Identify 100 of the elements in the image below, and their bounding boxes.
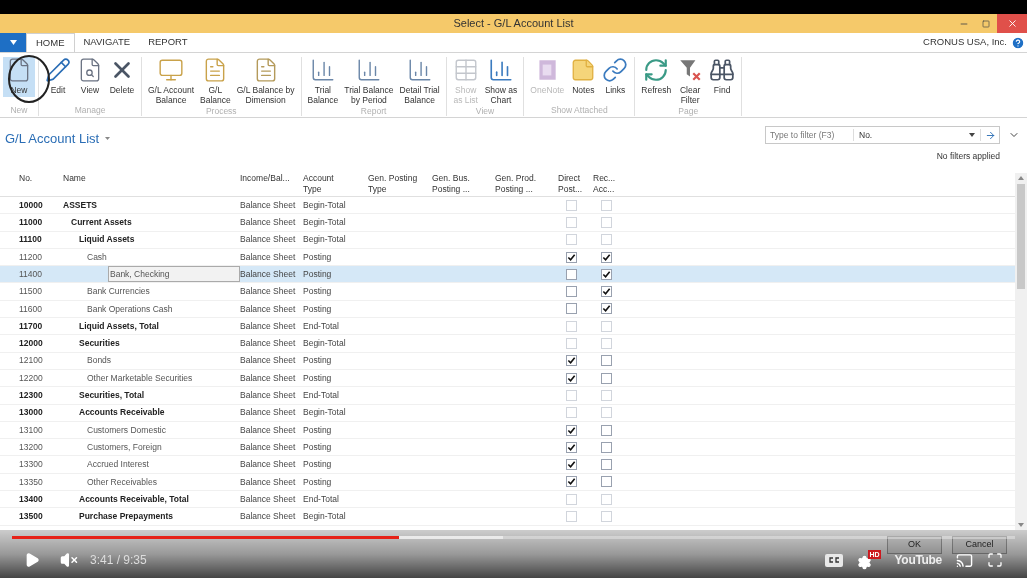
checkbox[interactable] xyxy=(566,338,577,349)
ribbon-button[interactable]: Trial Balance xyxy=(304,57,342,106)
checkbox[interactable] xyxy=(566,268,577,280)
table-row[interactable]: 12000 Securities Balance Sheet Begin-Total xyxy=(0,335,1015,353)
table-row[interactable]: 13100 Customers Domestic Balance Sheet Posting xyxy=(0,421,1015,440)
checkbox[interactable] xyxy=(601,268,612,280)
cast-icon[interactable] xyxy=(956,551,973,569)
checkbox[interactable] xyxy=(566,476,577,488)
table-row[interactable]: 11100 Liquid Assets Balance Sheet Begin-Total xyxy=(0,231,1015,249)
checkbox[interactable] xyxy=(601,511,612,522)
ribbon-tab[interactable]: NAVIGATE xyxy=(74,33,140,52)
checkbox[interactable] xyxy=(566,493,577,505)
table-row[interactable]: 13300 Accrued Interest Balance Sheet Posting xyxy=(0,456,1015,474)
ribbon-button[interactable]: Trial Balance by Period xyxy=(341,57,397,106)
scroll-up-icon[interactable] xyxy=(1018,176,1024,180)
checkbox[interactable] xyxy=(601,320,612,332)
table-row[interactable]: 12200 Other Marketable Securities Balance Sheet Posting xyxy=(0,369,1015,388)
ribbon-button[interactable]: Find xyxy=(706,57,739,97)
table-row[interactable]: 11400 Bank, Checking Balance Sheet Posting xyxy=(0,266,1015,284)
column-header[interactable]: Income/Bal... xyxy=(240,173,290,184)
ribbon-button[interactable]: G/L Account Balance xyxy=(145,57,197,106)
play-button[interactable] xyxy=(24,552,40,568)
checkbox[interactable] xyxy=(601,389,612,401)
scrollbar[interactable] xyxy=(1015,173,1027,530)
checkbox[interactable] xyxy=(566,216,577,228)
checkbox[interactable] xyxy=(566,303,577,315)
table-row[interactable]: 13200 Customers, Foreign Balance Sheet Posting xyxy=(0,439,1015,457)
page-title[interactable]: G/L Account List xyxy=(5,129,111,149)
checkbox[interactable] xyxy=(601,407,612,419)
ribbon-tab[interactable]: REPORT xyxy=(139,33,197,52)
ribbon-button[interactable]: Detail Trial Balance xyxy=(396,57,443,106)
checkbox[interactable] xyxy=(566,199,577,211)
checkbox[interactable] xyxy=(566,286,577,298)
fullscreen-icon[interactable] xyxy=(987,552,1003,568)
muted-speaker-button[interactable] xyxy=(60,551,78,569)
dialog-button[interactable]: OK xyxy=(887,535,942,554)
filter-field-dropdown[interactable]: No. xyxy=(854,129,981,141)
ribbon-button[interactable]: G/L Balance xyxy=(197,57,234,106)
dialog-button[interactable]: Cancel xyxy=(952,535,1007,554)
checkbox[interactable] xyxy=(601,199,612,211)
checkbox[interactable] xyxy=(566,372,577,384)
column-header[interactable]: Name xyxy=(63,173,86,184)
checkbox[interactable] xyxy=(601,476,612,488)
checkbox[interactable] xyxy=(566,234,577,246)
table-row[interactable]: 13000 Accounts Receivable Balance Sheet Begin-Total xyxy=(0,404,1015,422)
column-header[interactable]: Direct Post... xyxy=(558,173,583,195)
table-row[interactable]: 12100 Bonds Balance Sheet Posting xyxy=(0,352,1015,370)
ribbon-button[interactable]: View xyxy=(74,57,106,97)
account-name-field[interactable]: Bank, Checking xyxy=(108,266,240,283)
column-header[interactable]: No. xyxy=(19,173,33,184)
checkbox[interactable] xyxy=(566,441,577,453)
checkbox[interactable] xyxy=(601,424,612,436)
checkbox[interactable] xyxy=(601,251,612,263)
checkbox[interactable] xyxy=(566,459,577,471)
checkbox[interactable] xyxy=(566,511,577,522)
checkbox[interactable] xyxy=(601,286,612,298)
progress-bar[interactable] xyxy=(12,536,1015,539)
checkbox[interactable] xyxy=(566,424,577,436)
table-row[interactable]: 11000 Current Assets Balance Sheet Begin-Total xyxy=(0,214,1015,232)
ribbon-button[interactable]: Clear Filter xyxy=(674,57,707,106)
table-row[interactable]: 13400 Accounts Receivable, Total Balance Sheet End-Total xyxy=(0,491,1015,509)
checkbox[interactable] xyxy=(566,407,577,419)
ribbon-button[interactable]: Delete xyxy=(106,57,138,97)
table-row[interactable]: 13350 Other Receivables Balance Sheet Posting xyxy=(0,473,1015,492)
ribbon-button[interactable]: Show as Chart xyxy=(481,57,521,106)
checkbox[interactable] xyxy=(601,355,612,367)
ribbon-button[interactable]: Links xyxy=(599,57,632,97)
checkbox[interactable] xyxy=(566,251,577,263)
table-row[interactable]: 11500 Bank Currencies Balance Sheet Posting xyxy=(0,283,1015,301)
checkbox[interactable] xyxy=(601,372,612,384)
checkbox[interactable] xyxy=(601,459,612,471)
scrollbar-thumb[interactable] xyxy=(1017,184,1025,289)
table-row[interactable]: 10000 ASSETS Balance Sheet Begin-Total xyxy=(0,197,1015,215)
column-header[interactable]: Rec... Acc... xyxy=(593,173,616,195)
checkbox[interactable] xyxy=(566,320,577,332)
ribbon-button[interactable]: Notes xyxy=(567,57,600,97)
table-row[interactable]: 13500 Purchase Prepayments Balance Sheet Begin-Total xyxy=(0,508,1015,526)
checkbox[interactable] xyxy=(566,389,577,401)
ribbon-button[interactable]: G/L Balance by Dimension xyxy=(233,57,298,106)
column-header[interactable]: Gen. Bus. Posting ... xyxy=(432,173,470,195)
table-row[interactable]: 11700 Liquid Assets, Total Balance Sheet End-Total xyxy=(0,318,1015,336)
checkbox[interactable] xyxy=(601,303,612,315)
checkbox[interactable] xyxy=(601,234,612,246)
column-header[interactable]: Account Type xyxy=(303,173,334,195)
table-row[interactable]: 11600 Bank Operations Cash Balance Sheet Posting xyxy=(0,300,1015,319)
checkbox[interactable] xyxy=(566,355,577,367)
checkbox[interactable] xyxy=(601,493,612,505)
app-menu-button[interactable] xyxy=(0,33,26,52)
scroll-down-icon[interactable] xyxy=(1018,523,1024,527)
filter-input[interactable]: Type to filter (F3) xyxy=(766,129,854,141)
checkbox[interactable] xyxy=(601,338,612,349)
ribbon-button[interactable]: Edit xyxy=(42,57,74,97)
column-header[interactable]: Gen. Prod. Posting ... xyxy=(495,173,537,195)
ribbon-tab[interactable]: HOME xyxy=(26,33,75,52)
ribbon-button[interactable]: Refresh xyxy=(638,57,675,97)
column-header[interactable]: Gen. Posting Type xyxy=(368,173,418,195)
help-icon[interactable] xyxy=(1011,36,1025,50)
checkbox[interactable] xyxy=(601,441,612,453)
checkbox[interactable] xyxy=(601,216,612,228)
table-row[interactable]: 12300 Securities, Total Balance Sheet End-Total xyxy=(0,387,1015,405)
